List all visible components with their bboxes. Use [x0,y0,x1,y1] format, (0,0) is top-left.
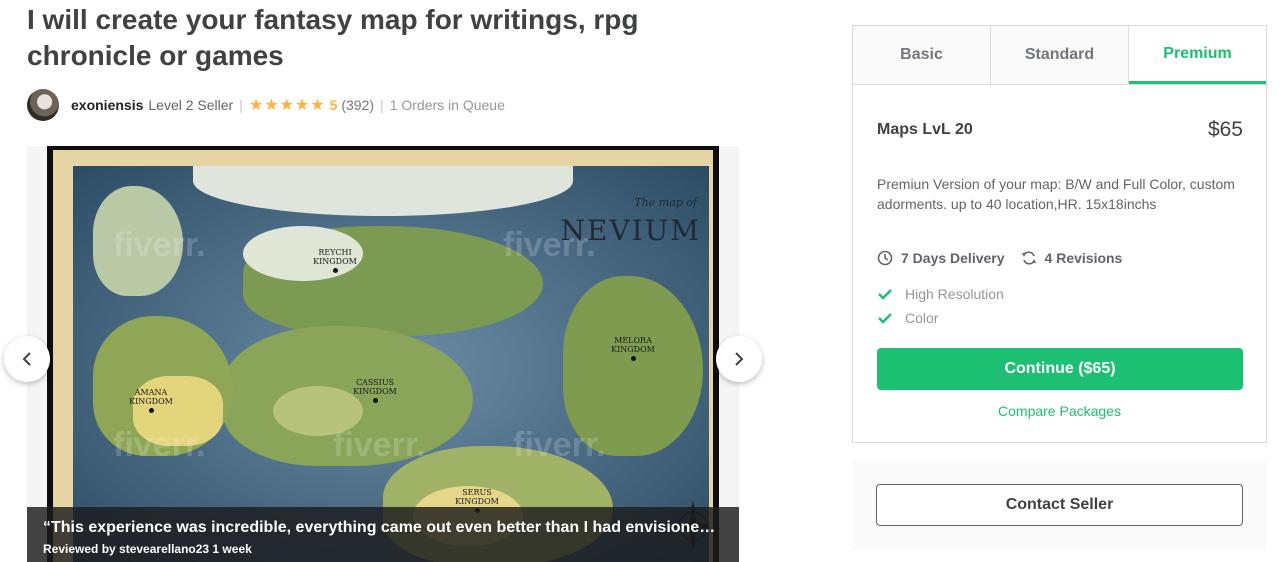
clock-icon [877,250,893,266]
seller-name[interactable]: exoniensis [71,97,143,113]
rating-score: 5 [329,96,338,113]
list-item: High Resolution [877,282,1004,306]
review-count[interactable]: (392) [341,97,374,113]
map-heading-small: The map of [634,196,697,209]
tab-premium[interactable]: Premium [1129,26,1266,84]
seller-avatar[interactable] [27,88,59,121]
map-label: CASSIUS KINGDOM [345,378,405,403]
compare-packages-link[interactable]: Compare Packages [853,403,1266,419]
gig-gallery[interactable]: fiverr. fiverr. fiverr. fiverr. fiverr. … [27,146,739,562]
gig-title: I will create your fantasy map for writi… [27,4,639,71]
refresh-icon [1021,251,1036,265]
review-meta: Reviewed by stevearellano23 1 week [43,542,252,556]
chevron-right-icon [735,352,744,366]
gallery-prev-button[interactable] [4,336,50,382]
review-snippet[interactable]: “This experience was incredible, everyth… [27,507,739,562]
star-rating-icon: ★★★★★ [248,96,326,114]
revisions-count: 4 Revisions [1044,250,1123,266]
divider: | [239,96,243,113]
continue-button[interactable]: Continue ($65) [877,348,1243,390]
orders-in-queue: 1 Orders in Queue [389,96,505,113]
watermark: fiverr. [113,426,206,464]
map-label: AMANA KINGDOM [121,388,181,413]
chevron-left-icon [22,352,31,366]
divider: | [380,96,384,113]
list-item: Color [877,306,1004,330]
package-header: Maps LvL 20 $65 [877,118,1243,142]
gallery-image: fiverr. fiverr. fiverr. fiverr. fiverr. … [47,146,719,562]
checkmark-icon [878,289,892,300]
feature-label: Color [905,310,939,326]
package-name: Maps LvL 20 [877,121,973,138]
watermark: fiverr. [113,226,206,264]
tab-standard[interactable]: Standard [991,26,1129,84]
watermark: fiverr. [513,426,606,464]
seller-overview: exoniensis Level 2 Seller | ★★★★★ 5 (392… [27,88,505,121]
contact-section: Contact Seller [852,460,1267,550]
seller-level: Level 2 Seller [148,96,234,113]
checkmark-icon [878,313,892,324]
package-tabs: Basic Standard Premium [853,26,1266,85]
watermark: fiverr. [333,426,426,464]
contact-seller-button[interactable]: Contact Seller [876,484,1243,526]
feature-label: High Resolution [905,286,1004,302]
map-label: REYCHI KINGDOM [305,248,365,273]
package-price: $65 [1207,118,1243,141]
map-label: MELORA KINGDOM [603,336,663,361]
package-description: Premiun Version of your map: B/W and Ful… [877,176,1235,212]
map-heading: The map of NEVIUM [560,196,701,247]
gallery-next-button[interactable] [716,336,762,382]
tab-basic[interactable]: Basic [853,26,991,84]
package-meta: 7 Days Delivery 4 Revisions [877,250,1138,266]
package-card: Basic Standard Premium Maps LvL 20 $65 P… [852,25,1267,443]
fantasy-map-image: fiverr. fiverr. fiverr. fiverr. fiverr. … [73,166,709,562]
feature-list: High Resolution Color [877,282,1004,330]
delivery-time: 7 Days Delivery [901,250,1005,266]
review-quote: “This experience was incredible, everyth… [43,519,723,536]
